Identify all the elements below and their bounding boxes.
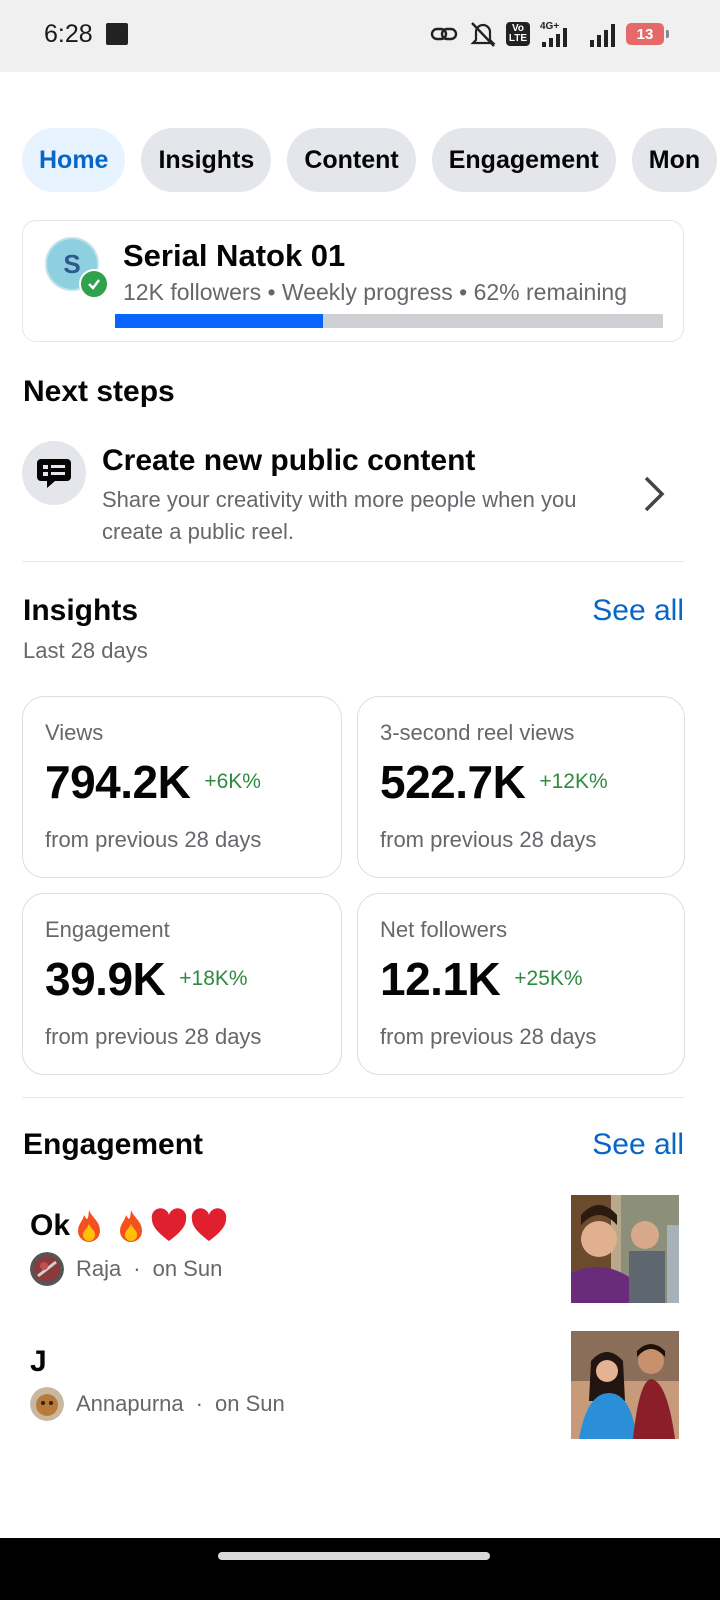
metric-delta: +12K% [539, 770, 608, 793]
metric-delta: +18K% [179, 967, 248, 990]
comment-time: on Sun [214, 1391, 285, 1416]
comment-author: Raja [76, 1256, 122, 1281]
page-card[interactable]: S Serial Natok 01 12K followers • Weekly… [22, 220, 684, 342]
signal-icon [590, 24, 615, 47]
fire-emoji-icon [120, 1210, 143, 1242]
tab-label: Insights [158, 145, 255, 174]
metric-card-net-followers[interactable]: Net followers 12.1K +25K% from previous … [357, 893, 685, 1075]
divider [22, 561, 684, 562]
metric-note: from previous 28 days [380, 1024, 597, 1049]
fire-emoji-icon [78, 1210, 101, 1242]
insights-period: Last 28 days [23, 638, 148, 663]
insights-see-all-link[interactable]: See all [592, 594, 684, 628]
chevron-right-icon [644, 476, 665, 512]
battery-level: 13 [636, 25, 654, 43]
tab-bar: Home Insights Content Engagement Mon [22, 128, 718, 192]
metric-value: 12.1K [380, 953, 501, 1005]
progress-fill [115, 314, 324, 328]
tab-label: Content [304, 145, 399, 174]
step-title: Create new public content [102, 444, 476, 477]
metric-note: from previous 28 days [45, 1024, 262, 1049]
metric-value: 39.9K [45, 953, 166, 1005]
metric-delta: +6K% [204, 770, 261, 793]
status-icons: Vo LTE 4G+ 13 [430, 16, 669, 52]
page-name: Serial Natok 01 [123, 238, 346, 273]
next-steps-heading: Next steps [23, 375, 175, 408]
tab-insights[interactable]: Insights [141, 128, 272, 192]
notification-icon [106, 23, 128, 45]
insights-heading: Insights [23, 594, 139, 627]
page-meta: 12K followers • Weekly progress • 62% re… [123, 279, 628, 305]
metric-note: from previous 28 days [380, 827, 597, 852]
tab-engagement[interactable]: Engagement [431, 128, 616, 192]
divider [22, 1097, 684, 1098]
tab-label: Mon [648, 145, 701, 174]
avatar-letter: S [63, 248, 81, 279]
comment-author: Annapurna [76, 1391, 184, 1416]
verified-check-icon [79, 269, 109, 299]
message-bubble-icon [22, 441, 86, 505]
comment-item[interactable]: Ok Raja · on Sun [30, 1208, 228, 1286]
post-thumbnail[interactable] [571, 1331, 679, 1439]
commenter-avatar [30, 1387, 64, 1421]
heart-emoji-icon [151, 1208, 187, 1241]
metric-value: 794.2K [45, 756, 191, 808]
step-description: Share your creativity with more people w… [102, 487, 577, 544]
metric-label: Net followers [380, 917, 508, 942]
metric-label: Engagement [45, 917, 170, 942]
commenter-avatar [30, 1252, 64, 1286]
signal-4g-icon: 4G+ [540, 21, 567, 47]
tab-label: Home [39, 145, 109, 174]
svg-text:4G+: 4G+ [540, 21, 559, 32]
metric-value: 522.7K [380, 756, 526, 808]
tab-home[interactable]: Home [22, 128, 126, 192]
comment-time: on Sun [152, 1256, 223, 1281]
weekly-progress-bar [115, 314, 663, 328]
post-thumbnail[interactable] [571, 1195, 679, 1303]
status-bar: 6:28 Vo LTE 4G+ 13 [0, 0, 720, 72]
comment-text: Ok [30, 1209, 71, 1242]
metric-label: 3-second reel views [380, 720, 575, 745]
battery-icon: 13 [626, 23, 669, 45]
separator-dot: · [195, 1391, 203, 1416]
mute-bell-icon [470, 22, 496, 47]
tab-content[interactable]: Content [287, 128, 416, 192]
metric-card-views[interactable]: Views 794.2K +6K% from previous 28 days [22, 696, 342, 878]
volte-icon: Vo LTE [506, 22, 530, 46]
metric-delta: +25K% [514, 967, 583, 990]
heart-emoji-icon [191, 1208, 227, 1241]
metric-note: from previous 28 days [45, 827, 262, 852]
tab-label: Engagement [448, 145, 599, 174]
comment-text: J [30, 1345, 47, 1378]
home-gesture-handle[interactable] [218, 1552, 490, 1560]
status-time: 6:28 [44, 20, 93, 48]
link-icon [430, 27, 458, 41]
engagement-heading: Engagement [23, 1128, 204, 1161]
metric-card-reel-views[interactable]: 3-second reel views 522.7K +12K% from pr… [357, 696, 685, 878]
comment-item[interactable]: J Annapurna · on Sun [30, 1345, 285, 1421]
tab-monetization[interactable]: Mon [631, 128, 718, 192]
engagement-see-all-link[interactable]: See all [592, 1128, 684, 1162]
system-nav-bar [0, 1538, 720, 1600]
metric-label: Views [45, 720, 104, 745]
separator-dot: · [133, 1256, 141, 1281]
metric-card-engagement[interactable]: Engagement 39.9K +18K% from previous 28 … [22, 893, 342, 1075]
